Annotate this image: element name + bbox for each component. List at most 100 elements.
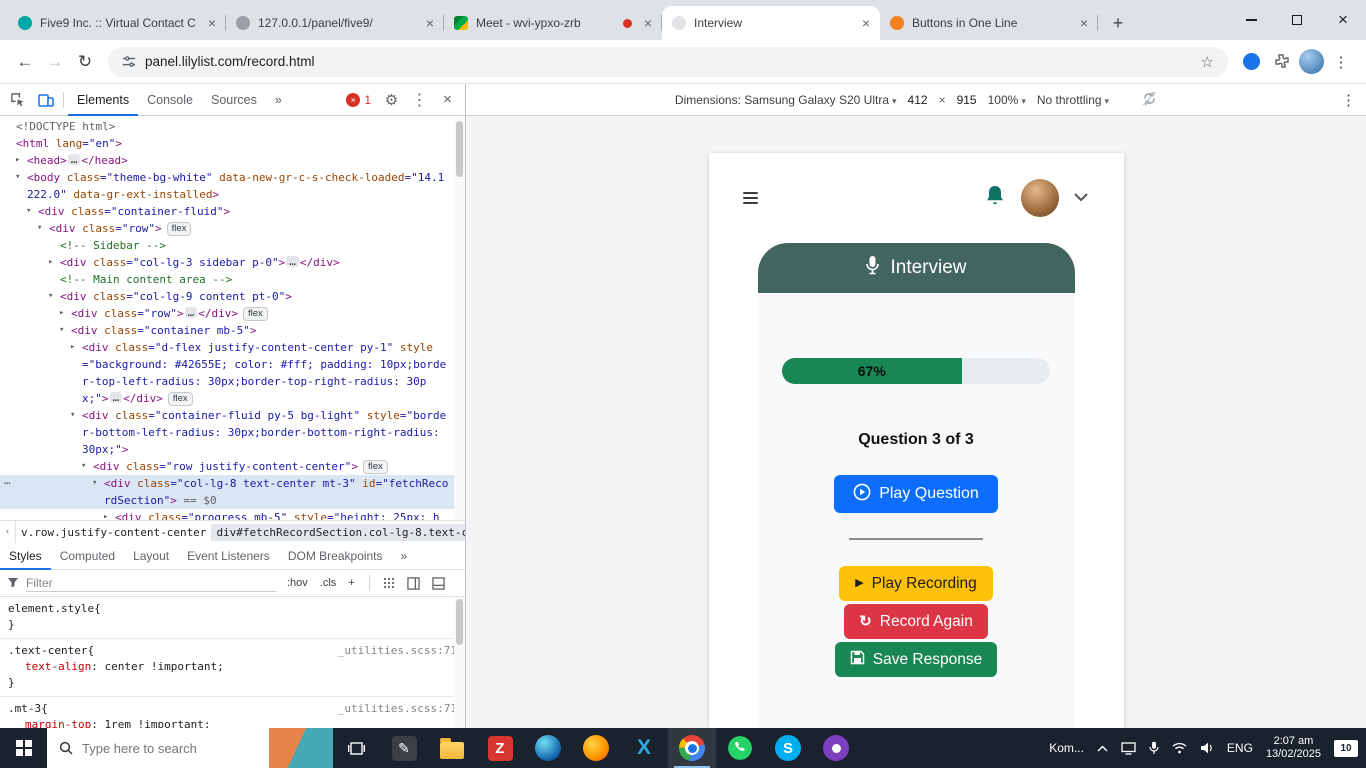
expand-arrow-icon[interactable]: ▾ [92, 475, 97, 492]
tray-wifi-icon[interactable] [1172, 742, 1187, 754]
filter-toggle[interactable]: + [344, 576, 358, 590]
expand-arrow-icon[interactable]: ▸ [70, 339, 75, 356]
close-window-button[interactable]: × [1320, 0, 1366, 40]
node-menu-icon[interactable]: … [4, 472, 11, 489]
rotate-device-icon[interactable] [1142, 91, 1157, 109]
extension-blue-icon[interactable] [1236, 47, 1266, 77]
browser-tab[interactable]: Five9 Inc. :: Virtual Contact C× [8, 6, 226, 40]
tray-input-indicator[interactable]: Kom... [1049, 741, 1084, 755]
expand-arrow-icon[interactable]: ▾ [59, 322, 64, 339]
extensions-puzzle-icon[interactable] [1266, 47, 1296, 77]
devtools-close-icon[interactable]: × [434, 87, 461, 113]
devtools-tab[interactable]: Sources [202, 84, 266, 116]
expand-arrow-icon[interactable]: ▸ [103, 509, 108, 520]
tray-clock[interactable]: 2:07 am 13/02/2025 [1266, 735, 1321, 761]
bookmark-star-icon[interactable]: ☆ [1201, 53, 1214, 71]
expand-arrow-icon[interactable]: ▾ [15, 169, 20, 186]
devtools-tab[interactable]: » [266, 84, 291, 116]
styles-tab[interactable]: » [392, 543, 417, 570]
taskbar-app-chrome[interactable] [668, 728, 716, 768]
browser-tab[interactable]: Buttons in One Line× [880, 6, 1098, 40]
devtools-menu-icon[interactable]: ⋮ [406, 87, 433, 113]
tab-close-button[interactable]: × [862, 16, 870, 30]
chevron-down-icon[interactable] [1074, 189, 1088, 207]
filter-toggle[interactable]: :hov [283, 576, 312, 590]
dom-tree-node[interactable]: ▸<div class="row">…</div>flex [0, 305, 465, 322]
expand-arrow-icon[interactable]: ▾ [48, 288, 53, 305]
omnibox[interactable]: panel.lilylist.com/record.html ☆ [108, 47, 1228, 77]
notification-center-badge[interactable]: 10 [1334, 740, 1358, 757]
dom-tree-node[interactable]: ▸<div class="progress mb-5" style="heigh… [0, 509, 465, 520]
expand-arrow-icon[interactable]: ▾ [81, 458, 86, 475]
styles-tab[interactable]: Styles [0, 543, 51, 570]
taskbar-search-input[interactable] [82, 741, 260, 756]
zoom-select[interactable]: 100%▾ [988, 93, 1026, 107]
dom-tree-node[interactable]: <!-- Main content area --> [0, 271, 465, 288]
tray-monitor-icon[interactable] [1121, 742, 1136, 755]
breadcrumb-item[interactable]: v.row.justify-content-center [16, 524, 211, 541]
dom-tree-node[interactable]: ▸<head>…</head> [0, 152, 465, 169]
panel-layout-icon[interactable] [430, 574, 448, 592]
tab-close-button[interactable]: × [426, 16, 434, 30]
taskbar-app-pen[interactable]: ✎ [380, 728, 428, 768]
browser-tab[interactable]: Meet - wvi-ypxo-zrb× [444, 6, 662, 40]
tree-scrollbar[interactable] [454, 116, 465, 520]
device-toolbar-toggle-icon[interactable] [32, 87, 59, 113]
taskbar-app-x[interactable]: X [620, 728, 668, 768]
start-button[interactable] [0, 728, 47, 768]
back-button[interactable]: ← [10, 47, 40, 77]
dom-tree-node[interactable]: ▾<div class="col-lg-9 content pt-0"> [0, 288, 465, 305]
taskbar-app-goto[interactable] [812, 728, 860, 768]
inspect-element-icon[interactable] [4, 87, 31, 113]
dom-tree-node[interactable]: ▾<div class="container-fluid py-5 bg-lig… [0, 407, 465, 458]
tray-language-label[interactable]: ENG [1227, 741, 1253, 755]
record-again-button[interactable]: ↻ Record Again [844, 604, 988, 639]
expand-arrow-icon[interactable]: ▸ [15, 152, 20, 169]
forward-button[interactable]: → [40, 47, 70, 77]
tab-close-button[interactable]: × [644, 16, 652, 30]
notification-bell-icon[interactable] [984, 184, 1006, 213]
filter-toggle[interactable]: .cls [316, 576, 341, 590]
user-avatar[interactable] [1021, 179, 1059, 217]
device-width-field[interactable]: 412 [908, 93, 928, 107]
dom-tree-node[interactable]: ▾<div class="row justify-content-center"… [0, 458, 465, 475]
dom-tree-node[interactable]: ▾<body class="theme-bg-white" data-new-g… [0, 169, 465, 203]
dom-tree-node[interactable]: ▾<div class="row">flex [0, 220, 465, 237]
styles-tab[interactable]: Computed [51, 543, 124, 570]
url-text[interactable]: panel.lilylist.com/record.html [145, 54, 315, 69]
grid-badge-icon[interactable] [380, 574, 398, 592]
hamburger-menu-icon[interactable] [743, 192, 758, 204]
taskbar-app-firefox[interactable] [572, 728, 620, 768]
expand-arrow-icon[interactable]: ▾ [37, 220, 42, 237]
play-question-button[interactable]: Play Question [834, 475, 998, 513]
error-badge[interactable]: × 1 [346, 93, 371, 107]
save-response-button[interactable]: Save Response [835, 642, 997, 677]
styles-filter-input[interactable] [26, 574, 276, 592]
play-recording-button[interactable]: ▶ Play Recording [839, 566, 993, 601]
task-view-button[interactable] [333, 728, 380, 768]
taskbar-search[interactable] [47, 728, 333, 768]
throttling-select[interactable]: No throttling▾ [1037, 93, 1109, 107]
taskbar-app-whatsapp[interactable] [716, 728, 764, 768]
taskbar-app-z[interactable]: Z [476, 728, 524, 768]
dom-tree-node[interactable]: …▾<div class="col-lg-8 text-center mt-3"… [0, 475, 465, 509]
breadcrumb-item-current[interactable]: div#fetchRecordSection.col-lg-8.text-cen… [211, 524, 465, 541]
dom-tree-node[interactable]: ▾<div class="container mb-5"> [0, 322, 465, 339]
tray-mic-icon[interactable] [1149, 741, 1159, 755]
tab-close-button[interactable]: × [1080, 16, 1088, 30]
css-rule[interactable]: .mt-3 {_utilities.scss:71margin-top: 1re… [0, 697, 465, 728]
taskbar-app-file-explorer[interactable] [428, 728, 476, 768]
devtools-tab[interactable]: Elements [68, 84, 138, 116]
dom-tree-node[interactable]: ▸<div class="col-lg-3 sidebar p-0">…</di… [0, 254, 465, 271]
styles-tab[interactable]: Event Listeners [178, 543, 279, 570]
styles-scrollbar[interactable] [454, 597, 465, 728]
profile-avatar[interactable] [1296, 47, 1326, 77]
device-dimensions-select[interactable]: Dimensions: Samsung Galaxy S20 Ultra▾ [675, 93, 897, 107]
taskbar-app-skype[interactable]: S [764, 728, 812, 768]
audio-player-line[interactable] [849, 538, 983, 540]
device-toolbar-menu-icon[interactable]: ⋮ [1341, 91, 1356, 109]
dom-tree-node[interactable]: ▸<div class="d-flex justify-content-cent… [0, 339, 465, 407]
expand-arrow-icon[interactable]: ▸ [48, 254, 53, 271]
expand-arrow-icon[interactable]: ▾ [70, 407, 75, 424]
browser-menu-button[interactable]: ⋮ [1326, 47, 1356, 77]
